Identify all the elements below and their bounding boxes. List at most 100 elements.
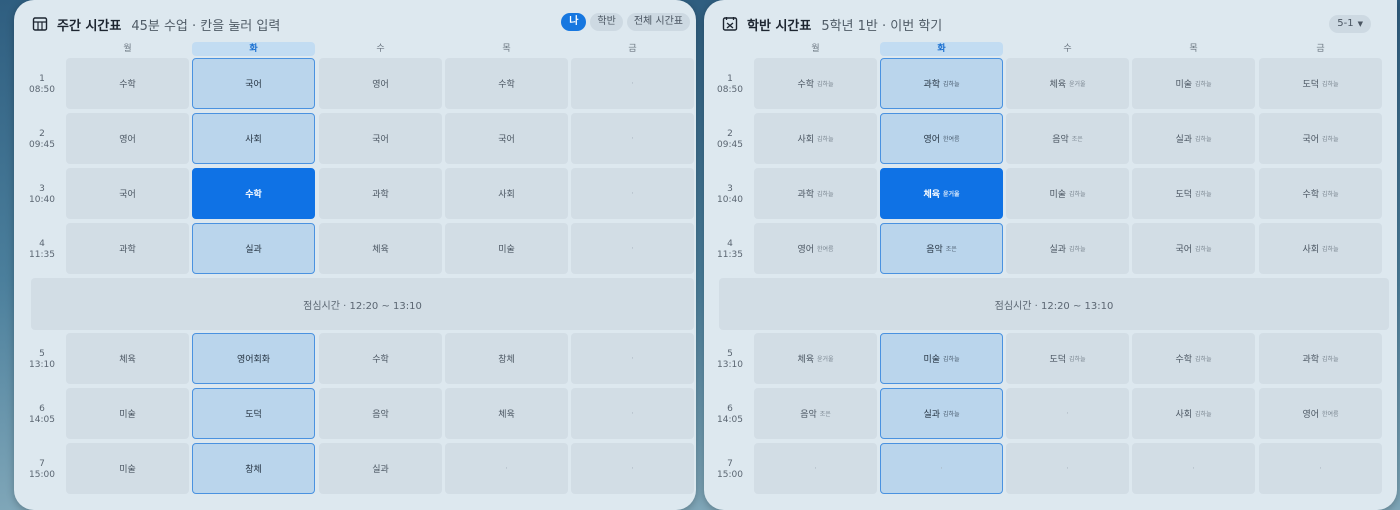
timetable-cell[interactable]: 미술 김하늘 [1132,58,1255,109]
timetable-cell[interactable]: 영어 한여름 [1259,388,1382,439]
timetable-cell[interactable]: · [445,443,568,494]
timetable-cell[interactable]: 국어 김하늘 [1259,113,1382,164]
teacher-name: 김하늘 [1069,356,1086,363]
timetable-cell[interactable]: 실과 김하늘 [1132,113,1255,164]
timetable-cell[interactable]: 체육 [319,223,442,274]
period-number: 5 [39,349,45,359]
view-toggle: 나 학반 전체 시간표 [561,13,690,31]
timetable-cell[interactable]: 창체 [445,333,568,384]
subject-name: 실과 [1175,135,1192,145]
timetable-cell[interactable]: 과학 [319,168,442,219]
timetable-cell[interactable]: · [880,443,1003,494]
timetable-cell[interactable]: 수학 김하늘 [754,58,877,109]
timetable-cell[interactable]: 사회 김하늘 [754,113,877,164]
timetable-cell[interactable]: 실과 김하늘 [1006,223,1129,274]
timetable-cell[interactable]: 실과 [192,223,315,274]
timetable-cell[interactable]: 과학 김하늘 [880,58,1003,109]
timetable-cell[interactable]: 사회 김하늘 [1259,223,1382,274]
timetable-cell[interactable]: 음악 [319,388,442,439]
timetable-cell[interactable]: 과학 김하늘 [1259,333,1382,384]
subject-name: 미술 [119,410,136,420]
subject-name: 도덕 [1049,355,1066,365]
timetable-cell[interactable]: 사회 [192,113,315,164]
timetable-cell[interactable]: 영어 [319,58,442,109]
timetable-cell[interactable]: 영어 한여름 [880,113,1003,164]
view-me-button[interactable]: 나 [561,13,587,31]
timetable-cell[interactable]: 음악 조은 [754,388,877,439]
timetable-cell[interactable]: · [571,58,694,109]
timetable-cell[interactable]: · [571,443,694,494]
class-timetable-panel: 학반 시간표 5학년 1반 · 이번 학기 5-1 ▼ 월 화 수 목 금 1 08:50 수학… [704,0,1397,510]
subject-name: 국어 [119,190,136,200]
timetable-cell[interactable]: 국어 [445,113,568,164]
timetable-cell[interactable]: 체육 윤거울 [754,333,877,384]
timetable-cell[interactable]: 과학 [66,223,189,274]
teacher-name: 김하늘 [1195,411,1212,418]
empty-slot-marker: · [631,353,634,364]
timetable-cell[interactable]: · [1132,443,1255,494]
timetable-cell[interactable]: 미술 김하늘 [880,333,1003,384]
timetable-cell[interactable]: · [754,443,877,494]
timetable-cell[interactable]: 수학 [66,58,189,109]
timetable-cell[interactable]: 수학 김하늘 [1132,333,1255,384]
timetable-cell[interactable]: 음악 조은 [1006,113,1129,164]
timetable-cell[interactable]: 수학 [319,333,442,384]
timetable-cell[interactable]: 도덕 [192,388,315,439]
timetable-cell[interactable]: 미술 [445,223,568,274]
timetable-cell[interactable]: 수학 김하늘 [1259,168,1382,219]
period-label: 2 09:45 [22,129,62,151]
timetable-cell[interactable]: 국어 [192,58,315,109]
timetable-cell[interactable]: 도덕 김하늘 [1259,58,1382,109]
timetable-cell[interactable]: 체육 [66,333,189,384]
view-class-button[interactable]: 학반 [590,13,623,31]
period-time: 13:10 [717,360,743,370]
timetable-cell[interactable]: · [1006,388,1129,439]
timetable-cell[interactable]: · [1259,443,1382,494]
timetable-cell[interactable]: 도덕 김하늘 [1132,168,1255,219]
timetable-cell[interactable]: · [571,223,694,274]
timetable-cell[interactable]: · [571,388,694,439]
timetable-cell[interactable]: 국어 [66,168,189,219]
period-label: 1 08:50 [22,74,62,96]
timetable-cell[interactable]: · [571,333,694,384]
timetable-cell[interactable]: 창체 [192,443,315,494]
timetable-cell[interactable]: · [571,113,694,164]
timetable-cell[interactable]: 영어 [66,113,189,164]
weekly-timetable-panel: 주간 시간표 45분 수업 · 칸을 눌러 입력 나 학반 전체 시간표 월화수… [14,0,696,510]
timetable-cell[interactable]: · [1006,443,1129,494]
timetable-cell[interactable]: 도덕 김하늘 [1006,333,1129,384]
teacher-name: 김하늘 [1322,356,1339,363]
period-number: 7 [727,459,733,469]
timetable-cell[interactable]: 실과 김하늘 [880,388,1003,439]
view-all-timetable-button[interactable]: 전체 시간표 [626,13,690,31]
period-number: 4 [727,239,733,249]
timetable-cell[interactable]: 영어 한여름 [754,223,877,274]
timetable-cell[interactable]: · [571,168,694,219]
class-select-dropdown[interactable]: 5-1 ▼ [1329,15,1371,33]
teacher-name: 김하늘 [1195,191,1212,198]
subject-name: 실과 [245,245,262,255]
timetable-cell[interactable]: 수학 [445,58,568,109]
timetable-cell[interactable]: 국어 [319,113,442,164]
timetable-cell[interactable]: 체육 윤거울 [1006,58,1129,109]
teacher-name: 김하늘 [817,81,834,88]
subject-name: 도덕 [1175,190,1192,200]
timetable-cell[interactable]: 국어 김하늘 [1132,223,1255,274]
timetable-cell[interactable]: 영어회화 [192,333,315,384]
timetable-cell[interactable]: 사회 김하늘 [1132,388,1255,439]
empty-slot-marker: · [631,133,634,144]
timetable-cell[interactable]: 실과 [319,443,442,494]
period-label: 6 14:05 [710,404,750,426]
timetable-cell[interactable]: 음악 조은 [880,223,1003,274]
timetable-cell[interactable]: 과학 김하늘 [754,168,877,219]
subject-name: 체육 [923,190,940,200]
timetable-cell[interactable]: 체육 윤거울 [880,168,1003,219]
calendar-grid-icon [32,17,48,31]
timetable-cell[interactable]: 미술 [66,443,189,494]
period-number: 2 [727,129,733,139]
timetable-cell[interactable]: 수학 [192,168,315,219]
timetable-cell[interactable]: 체육 [445,388,568,439]
timetable-cell[interactable]: 미술 김하늘 [1006,168,1129,219]
timetable-cell[interactable]: 사회 [445,168,568,219]
timetable-cell[interactable]: 미술 [66,388,189,439]
